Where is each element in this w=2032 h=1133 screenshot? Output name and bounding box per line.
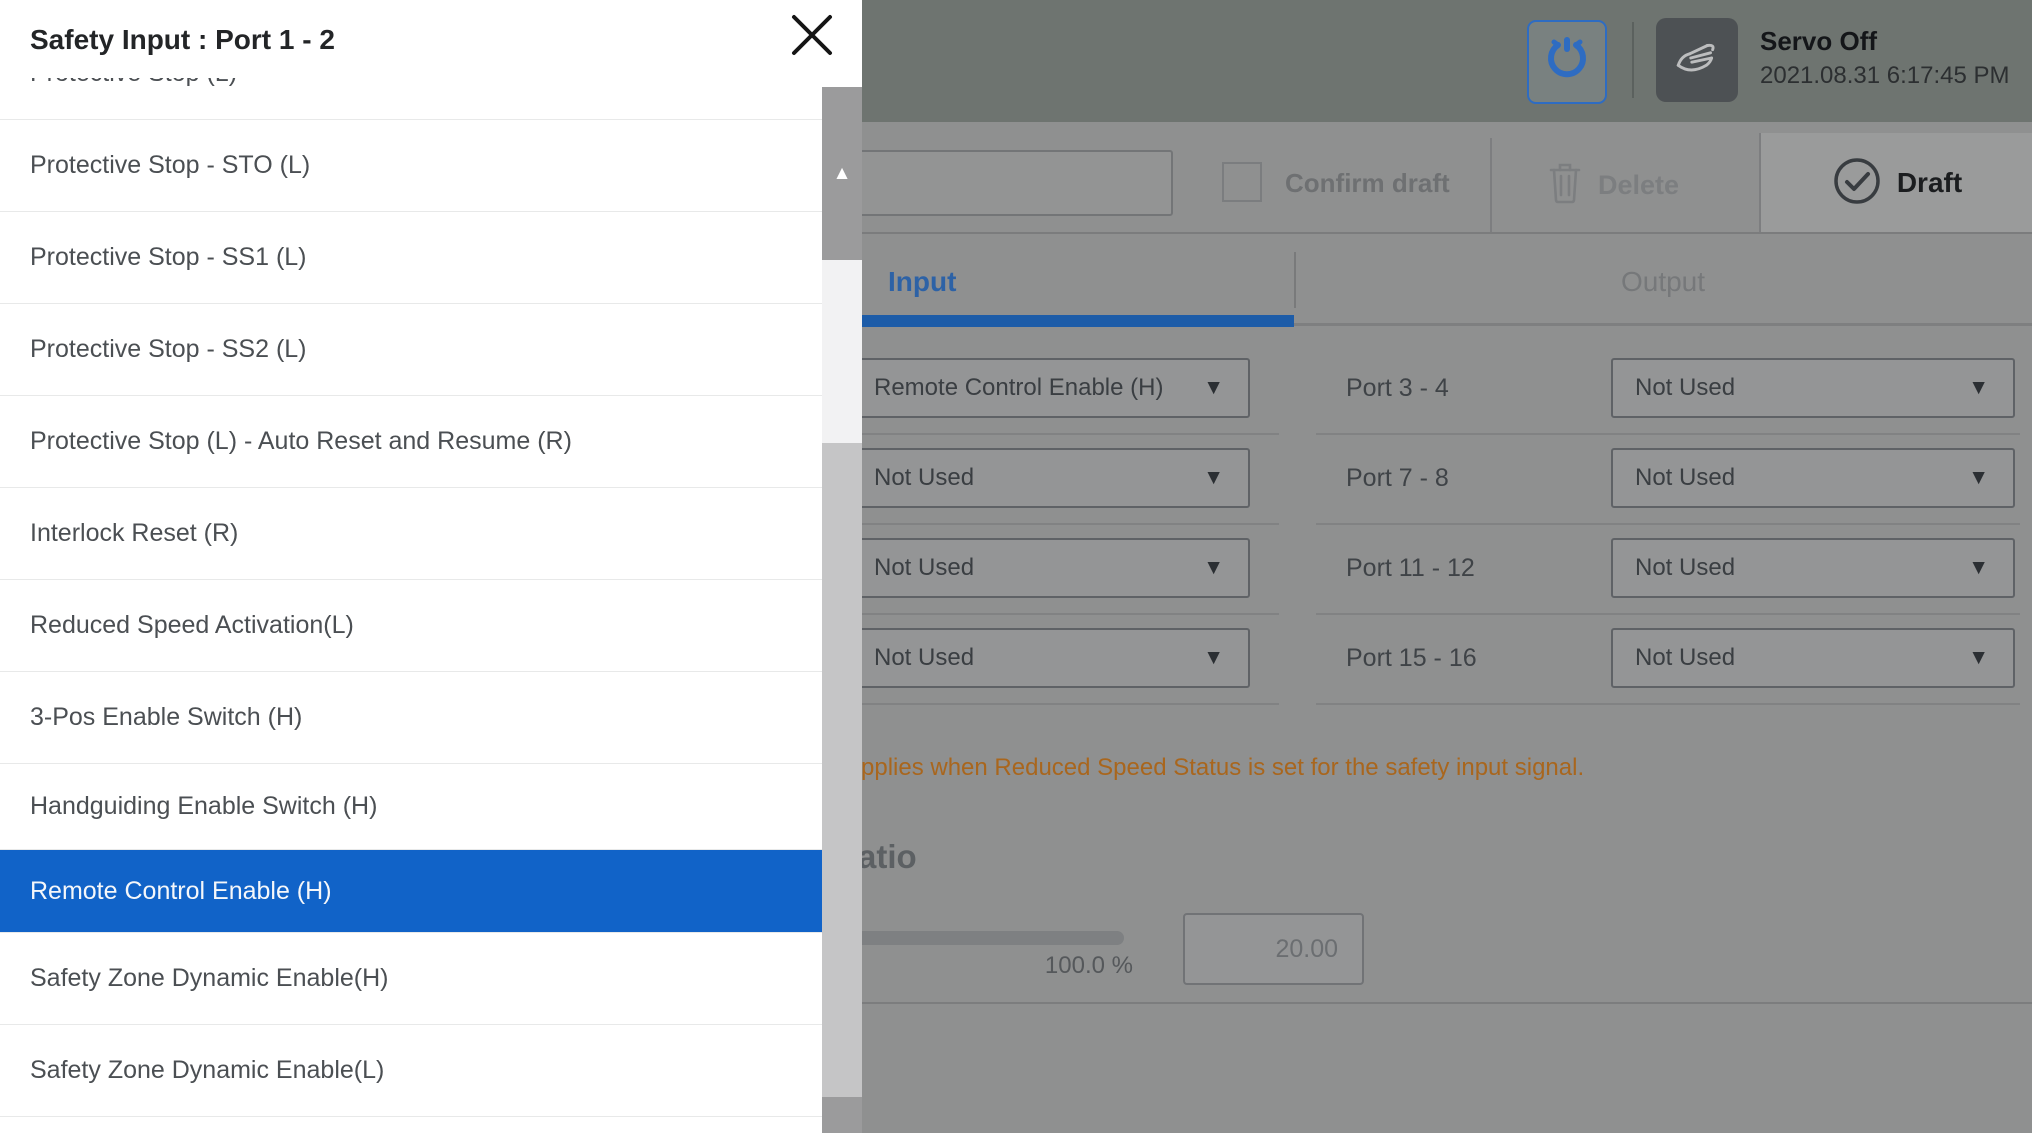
- header-divider: [1632, 22, 1634, 98]
- delete-label: Delete: [1598, 170, 1679, 201]
- caret-down-icon: ▼: [1968, 646, 2013, 670]
- dialog-list-option[interactable]: Safety Zone Dynamic Enable(H): [0, 933, 822, 1025]
- option-label: Handguiding Enable Switch (H): [30, 792, 377, 821]
- confirm-draft-label: Confirm draft: [1285, 168, 1450, 199]
- dialog-scrollbar[interactable]: ▲: [822, 87, 862, 1133]
- toolbar-bottom-line: [700, 232, 2032, 234]
- port-label: Port 7 - 8: [1346, 448, 1586, 508]
- scroll-up-button[interactable]: ▲: [822, 87, 862, 260]
- trash-icon: [1548, 161, 1582, 210]
- port-dropdown-right[interactable]: Not Used ▼: [1611, 448, 2015, 508]
- dropdown-value: Not Used: [1613, 554, 1968, 582]
- tab-output[interactable]: Output: [1294, 250, 2032, 314]
- delete-button[interactable]: Delete: [1548, 138, 1748, 232]
- gripper-icon: [1543, 36, 1591, 89]
- check-circle-icon: [1831, 155, 1883, 212]
- caret-down-icon: ▼: [1968, 466, 2013, 490]
- dropdown-value: Not Used: [1613, 464, 1968, 492]
- option-label: 3-Pos Enable Switch (H): [30, 703, 302, 732]
- dialog-list-option[interactable]: Protective Stop - SS1 (L): [0, 212, 822, 304]
- port-label: Port 15 - 16: [1346, 628, 1586, 688]
- caret-down-icon: ▼: [1203, 466, 1248, 490]
- servo-status: Servo Off: [1760, 26, 1877, 57]
- dropdown-value: Not Used: [852, 464, 1203, 492]
- dialog-list-option[interactable]: Interlock Reset (R): [0, 488, 822, 580]
- draft-button[interactable]: Draft: [1761, 133, 2032, 233]
- draft-label: Draft: [1897, 167, 1962, 199]
- row-divider: [850, 523, 1279, 525]
- caret-down-icon: ▼: [1203, 556, 1248, 580]
- port-dropdown-left[interactable]: Remote Control Enable (H) ▼: [850, 358, 1250, 418]
- reduced-speed-notice: pplies when Reduced Speed Status is set …: [861, 754, 1584, 782]
- close-button[interactable]: [783, 8, 841, 66]
- timestamp: 2021.08.31 6:17:45 PM: [1760, 62, 2010, 90]
- caret-down-icon: ▼: [1968, 556, 2013, 580]
- port-dropdown-right[interactable]: Not Used ▼: [1611, 628, 2015, 688]
- caret-down-icon: ▼: [1203, 376, 1248, 400]
- port-dropdown-left[interactable]: Not Used ▼: [850, 628, 1250, 688]
- handguiding-hand-icon: [1672, 33, 1722, 88]
- option-label: Reduced Speed Activation(L): [30, 611, 354, 640]
- port-dropdown-left[interactable]: Not Used ▼: [850, 538, 1250, 598]
- scroll-down-button[interactable]: [822, 1097, 862, 1133]
- dialog-list-option[interactable]: Protective Stop (L) - Auto Reset and Res…: [0, 396, 822, 488]
- gripper-release-button[interactable]: [1527, 20, 1607, 104]
- scroll-up-arrow-icon: ▲: [833, 163, 852, 185]
- port-label: Port 11 - 12: [1346, 538, 1586, 598]
- dropdown-value: Not Used: [1613, 374, 1968, 402]
- confirm-draft-checkbox[interactable]: [1222, 162, 1262, 202]
- ratio-value-input[interactable]: 20.00: [1183, 913, 1364, 985]
- port-dropdown-right[interactable]: Not Used ▼: [1611, 538, 2015, 598]
- dropdown-value: Not Used: [852, 554, 1203, 582]
- reduced-speed-ratio-heading: atio: [858, 838, 917, 876]
- ratio-value: 20.00: [1275, 935, 1362, 964]
- option-label: Protective Stop - SS1 (L): [30, 243, 307, 272]
- option-label: Protective Stop - SS2 (L): [30, 335, 307, 364]
- option-label: Protective Stop (L) - Auto Reset and Res…: [30, 427, 572, 456]
- port-label: Port 3 - 4: [1346, 358, 1586, 418]
- row-divider: [1316, 523, 2020, 525]
- option-label: Safety Zone Dynamic Enable(L): [30, 1056, 384, 1085]
- row-divider: [1316, 433, 2020, 435]
- row-divider: [1316, 613, 2020, 615]
- row-divider: [850, 703, 1279, 705]
- option-label: Interlock Reset (R): [30, 519, 238, 548]
- port-dropdown-left[interactable]: Not Used ▼: [850, 448, 1250, 508]
- scrollbar-thumb[interactable]: [822, 443, 862, 1097]
- dialog-title: Safety Input : Port 1 - 2: [30, 12, 335, 68]
- dropdown-value: Not Used: [1613, 644, 1968, 672]
- close-icon: [789, 12, 835, 63]
- ratio-percent-label: 100.0 %: [993, 952, 1133, 980]
- dialog-header: Safety Input : Port 1 - 2: [0, 0, 862, 78]
- option-label: Remote Control Enable (H): [30, 877, 332, 906]
- tab-baseline: [1294, 323, 2032, 326]
- dialog-list-option[interactable]: Handguiding Enable Switch (H): [0, 764, 822, 850]
- handguiding-button[interactable]: [1656, 18, 1738, 102]
- dropdown-value: Not Used: [852, 644, 1203, 672]
- dropdown-value: Remote Control Enable (H): [852, 374, 1203, 402]
- dialog-list-option[interactable]: Protective Stop - STO (L): [0, 120, 822, 212]
- caret-down-icon: ▼: [1968, 376, 2013, 400]
- modal-option-list: Protective Stop (L) Protective Stop - ST…: [0, 0, 822, 1133]
- row-divider: [850, 433, 1279, 435]
- dialog-list-option[interactable]: Remote Control Enable (H): [0, 850, 822, 933]
- caret-down-icon: ▼: [1203, 646, 1248, 670]
- row-divider: [850, 613, 1279, 615]
- row-divider: [1316, 703, 2020, 705]
- screen: Servo Off 2021.08.31 6:17:45 PM Confirm …: [0, 0, 2032, 1133]
- dialog-list-option[interactable]: Reduced Speed Activation(L): [0, 580, 822, 672]
- dialog-list-option[interactable]: Safety Zone Dynamic Enable(L): [0, 1025, 822, 1117]
- dialog-list-option[interactable]: 3-Pos Enable Switch (H): [0, 672, 822, 764]
- toolbar-divider: [1490, 138, 1492, 232]
- option-label: Protective Stop - STO (L): [30, 151, 310, 180]
- option-label: Safety Zone Dynamic Enable(H): [30, 964, 388, 993]
- safety-input-dialog: Protective Stop (L) Protective Stop - ST…: [0, 0, 862, 1133]
- port-dropdown-right[interactable]: Not Used ▼: [1611, 358, 2015, 418]
- section-divider: [700, 1002, 2032, 1004]
- dialog-list-option[interactable]: Protective Stop - SS2 (L): [0, 304, 822, 396]
